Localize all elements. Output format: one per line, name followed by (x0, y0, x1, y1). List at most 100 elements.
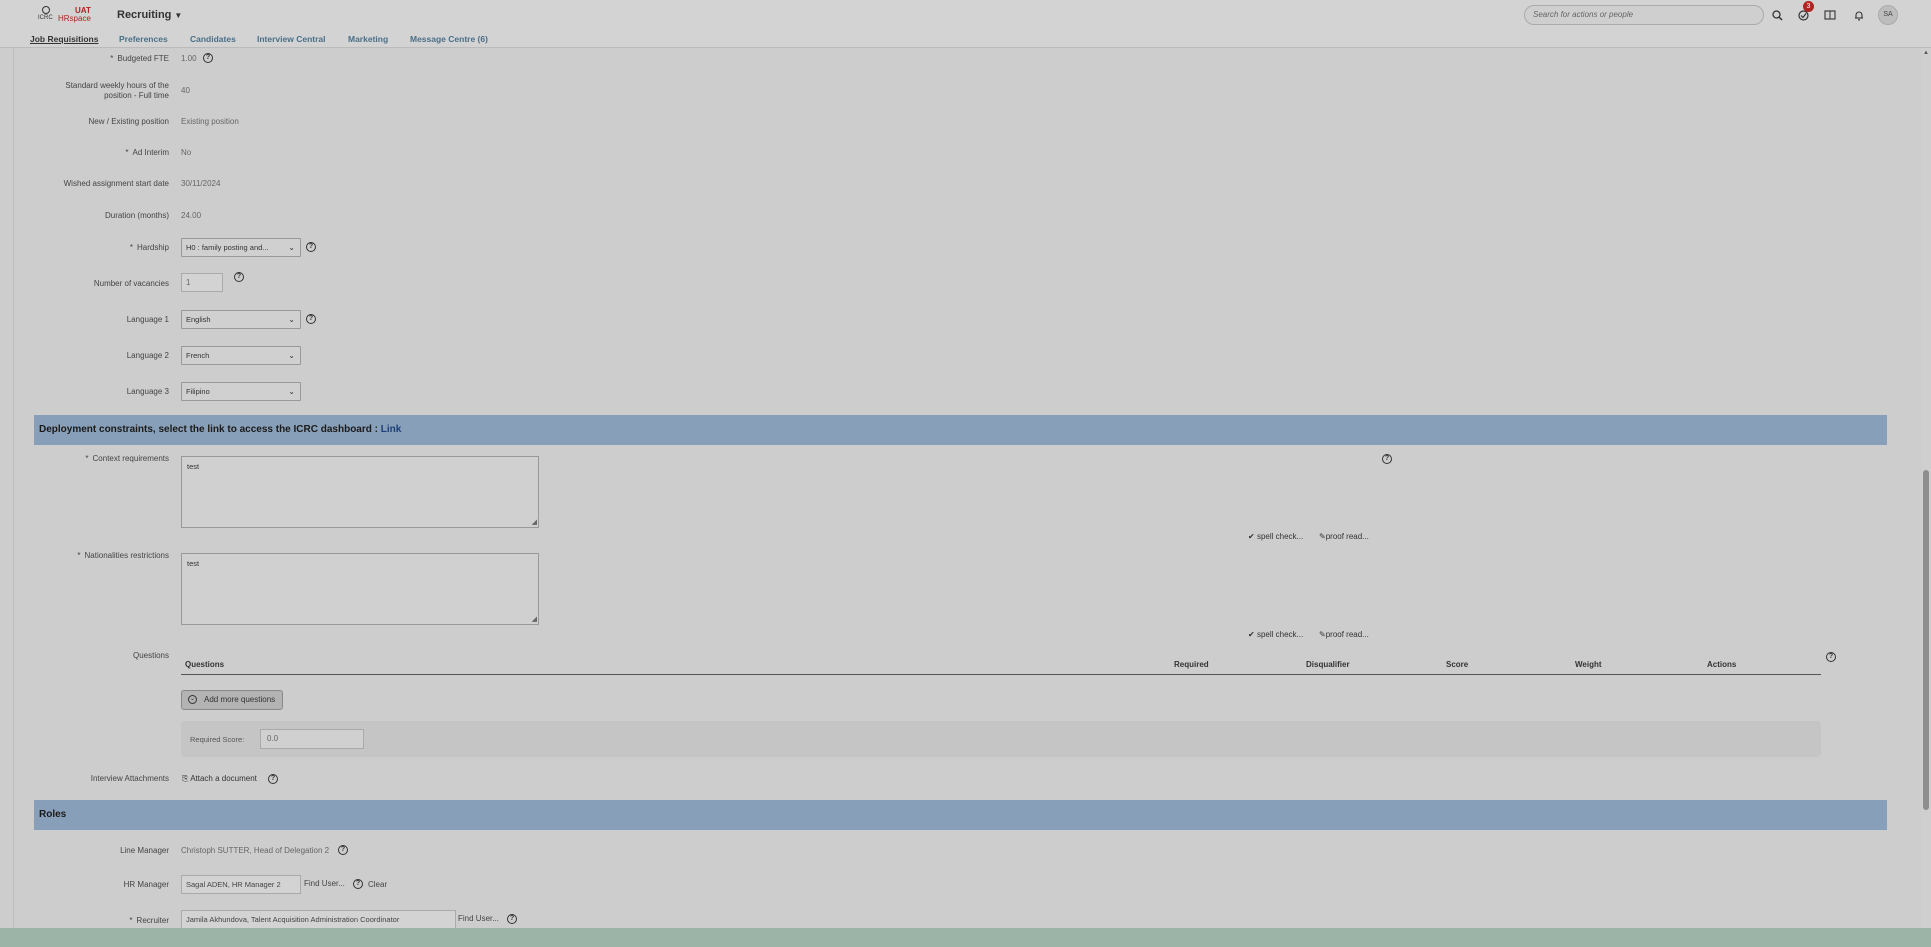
help-icon[interactable]: ? (507, 914, 517, 924)
weekly-hours-label: Standard weekly hours of the position - F… (65, 81, 169, 100)
tab-job-requisitions[interactable]: Job Requisitions (30, 34, 98, 44)
help-icon[interactable]: ? (306, 314, 316, 324)
proof-read-button[interactable]: ✎proof read... (1319, 532, 1369, 541)
proof-read-icon: ✎ (1319, 532, 1326, 541)
help-icon[interactable]: ? (234, 272, 244, 282)
page-footer (0, 928, 1931, 947)
find-user-button[interactable]: Find User... (304, 879, 345, 888)
spell-check-icon: ✔ (1248, 630, 1255, 639)
chevron-down-icon: ⌄ (288, 315, 295, 324)
logo-brand-text: HRspace (58, 14, 91, 23)
todo-badge: 3 (1803, 1, 1814, 12)
spell-check-icon: ✔ (1248, 532, 1255, 541)
add-more-questions-button[interactable]: ⌄ Add more questions (181, 690, 283, 710)
module-switcher[interactable]: Recruiting ▼ (117, 9, 182, 21)
help-icon[interactable]: ? (306, 242, 316, 252)
language-1-label: Language 1 (126, 315, 169, 324)
col-actions[interactable]: Actions (1707, 660, 1736, 669)
icrc-emblem-icon (42, 6, 50, 14)
chevron-down-circle-icon: ⌄ (188, 695, 197, 704)
ad-interim-label: * Ad Interim (125, 148, 169, 157)
chevron-down-icon: ⌄ (288, 351, 295, 360)
tab-marketing[interactable]: Marketing (348, 34, 388, 44)
recruiter-input[interactable]: Jamila Akhundova, Talent Acquisition Adm… (181, 910, 456, 929)
search-input[interactable]: Search for actions or people (1524, 5, 1764, 25)
tab-candidates[interactable]: Candidates (190, 34, 236, 44)
help-icon[interactable]: ? (338, 845, 348, 855)
duration-value: 24.00 (181, 211, 202, 220)
col-disqualifier[interactable]: Disqualifier (1306, 660, 1350, 669)
ad-interim-value: No (181, 148, 192, 157)
book-icon[interactable] (1822, 7, 1838, 23)
col-score[interactable]: Score (1446, 660, 1468, 669)
roles-section-header: Roles (34, 800, 1887, 830)
budgeted-fte-label: * Budgeted FTE (110, 54, 169, 63)
nationalities-restrictions-label: * Nationalities restrictions (77, 551, 169, 560)
line-manager-value: Christoph SUTTER, Head of Delegation 2 (181, 846, 330, 855)
proof-read-icon: ✎ (1319, 630, 1326, 639)
chevron-down-icon: ⌄ (288, 387, 295, 396)
attach-document-button[interactable]: ⎘ Attach a document (182, 774, 257, 784)
language-2-select[interactable]: French ⌄ (181, 346, 301, 365)
find-user-button[interactable]: Find User... (458, 914, 499, 923)
budgeted-fte-value: 1.00 (181, 54, 197, 63)
bell-icon[interactable] (1851, 7, 1867, 23)
col-questions[interactable]: Questions (185, 660, 224, 669)
deployment-section-header: Deployment constraints, select the link … (34, 415, 1887, 445)
help-icon[interactable]: ? (1826, 652, 1836, 662)
logo-icrc-text: ICRC (38, 15, 53, 21)
proof-read-button[interactable]: ✎proof read... (1319, 630, 1369, 639)
required-score-input[interactable]: 0.0 (260, 729, 364, 749)
scrollbar-thumb[interactable] (1923, 470, 1929, 810)
interview-attachments-label: Interview Attachments (90, 774, 169, 783)
new-existing-label: New / Existing position (88, 117, 169, 126)
col-required[interactable]: Required (1174, 660, 1209, 669)
language-3-select[interactable]: Filipino ⌄ (181, 382, 301, 401)
spell-check-button[interactable]: ✔ spell check... (1248, 630, 1303, 639)
help-icon[interactable]: ? (268, 774, 278, 784)
vacancies-input[interactable]: 1 (181, 273, 223, 292)
required-score-panel: Required Score: 0.0 (181, 721, 1821, 757)
module-title: Recruiting (117, 9, 172, 21)
start-date-value: 30/11/2024 (181, 179, 221, 188)
vacancies-label: Number of vacancies (93, 279, 169, 288)
search-icon[interactable] (1769, 7, 1785, 23)
start-date-label: Wished assignment start date (63, 179, 169, 188)
context-requirements-textarea[interactable]: test ◢ (181, 456, 539, 528)
help-icon[interactable]: ? (203, 53, 213, 63)
main-nav: Job Requisitions Preferences Candidates … (0, 30, 1931, 48)
language-3-label: Language 3 (126, 387, 169, 396)
help-icon[interactable]: ? (1382, 454, 1392, 464)
roles-title: Roles (39, 809, 67, 820)
recruiter-label: * Recruiter (129, 916, 169, 925)
required-score-label: Required Score: (190, 735, 245, 744)
questions-label: Questions (132, 651, 169, 660)
language-1-select[interactable]: English ⌄ (181, 310, 301, 329)
duration-label: Duration (months) (104, 211, 169, 220)
hr-manager-label: HR Manager (123, 880, 169, 889)
hardship-select[interactable]: H0 : family posting and... ⌄ (181, 238, 301, 257)
tab-message-centre[interactable]: Message Centre (6) (410, 34, 488, 44)
todo-icon[interactable]: 3 (1795, 1, 1814, 23)
spell-check-button[interactable]: ✔ spell check... (1248, 532, 1303, 541)
deployment-title: Deployment constraints, select the link … (39, 424, 381, 435)
resize-grip-icon[interactable]: ◢ (532, 615, 537, 623)
hr-manager-input[interactable]: Sagal ADEN, HR Manager 2 (181, 875, 301, 894)
icrc-dashboard-link[interactable]: Link (381, 424, 402, 435)
hrspace-logo[interactable]: ICRC UAT HRspace (38, 5, 94, 25)
hardship-label: * Hardship (129, 243, 169, 252)
scroll-up-arrow-icon[interactable]: ▲ (1923, 50, 1929, 56)
avatar[interactable]: SA (1878, 5, 1898, 25)
chevron-down-icon: ▼ (174, 11, 183, 20)
resize-grip-icon[interactable]: ◢ (532, 518, 537, 526)
requisition-form: * Budgeted FTE 1.00 ? Standard weekly hou… (13, 48, 1918, 929)
tab-interview-central[interactable]: Interview Central (257, 34, 326, 44)
new-existing-value: Existing position (181, 117, 239, 126)
top-header: ICRC UAT HRspace Recruiting ▼ Search for … (0, 0, 1931, 30)
clear-button[interactable]: Clear (368, 880, 387, 889)
col-weight[interactable]: Weight (1575, 660, 1602, 669)
weekly-hours-value: 40 (181, 86, 190, 95)
help-icon[interactable]: ? (353, 879, 363, 889)
nationalities-restrictions-textarea[interactable]: test ◢ (181, 553, 539, 625)
tab-preferences[interactable]: Preferences (119, 34, 168, 44)
